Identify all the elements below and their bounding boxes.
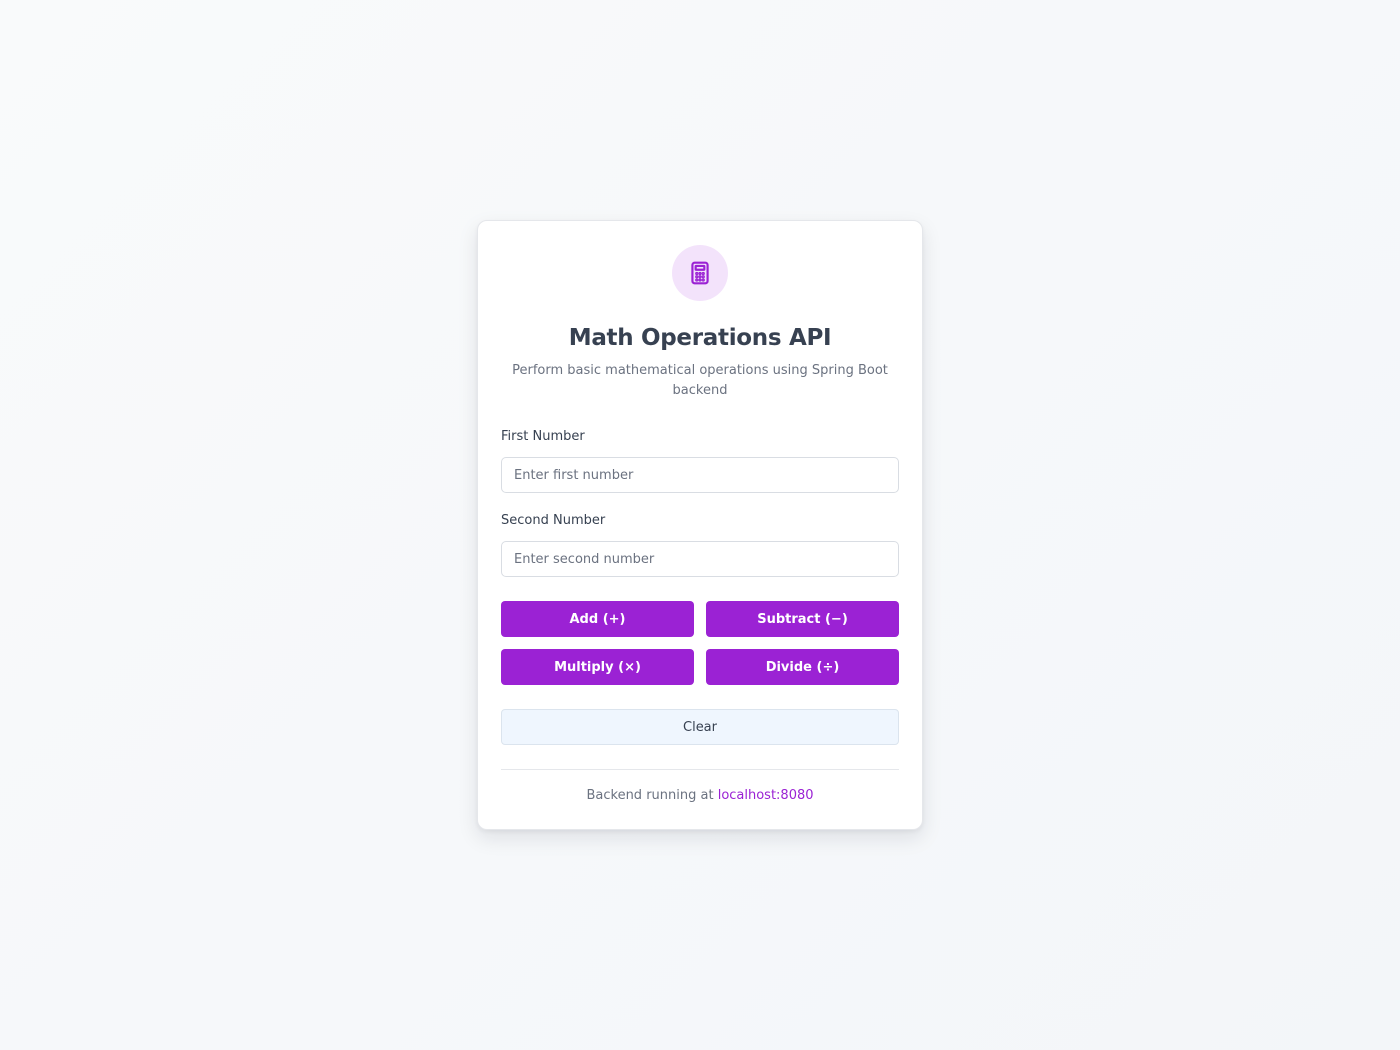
math-operations-card: Math Operations API Perform basic mathem…	[477, 220, 923, 830]
page-title: Math Operations API	[568, 325, 832, 351]
page-background: Math Operations API Perform basic mathem…	[0, 0, 1400, 1050]
calculator-icon	[672, 245, 728, 301]
footer-divider	[501, 769, 899, 770]
add-button[interactable]: Add (+)	[501, 601, 694, 637]
divide-button[interactable]: Divide (÷)	[706, 649, 899, 685]
backend-url-link[interactable]: localhost:8080	[718, 788, 814, 803]
second-number-label: Second Number	[501, 513, 606, 528]
page-subtitle: Perform basic mathematical operations us…	[512, 363, 888, 398]
first-number-input[interactable]	[501, 457, 899, 493]
first-number-label: First Number	[501, 429, 585, 444]
subtract-button[interactable]: Subtract (−)	[706, 601, 899, 637]
second-number-input[interactable]	[501, 541, 899, 577]
multiply-button[interactable]: Multiply (×)	[501, 649, 694, 685]
backend-status: Backend running at localhost:8080	[478, 788, 922, 803]
backend-status-label: Backend running at	[586, 788, 714, 803]
clear-button[interactable]: Clear	[501, 709, 899, 745]
